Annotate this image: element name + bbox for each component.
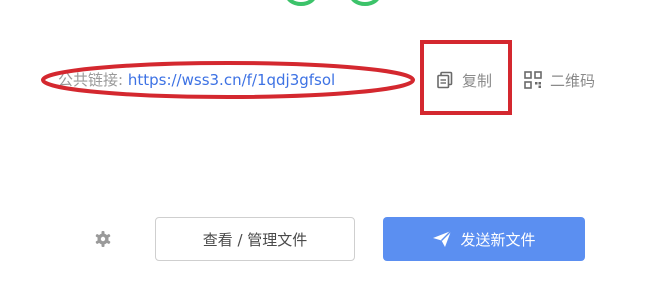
send-new-file-label: 发送新文件 bbox=[460, 230, 536, 249]
public-link-url[interactable]: https://wss3.cn/f/1qdj3gfsol bbox=[128, 71, 335, 89]
qrcode-button[interactable]: 二维码 bbox=[524, 70, 595, 90]
copy-label: 复制 bbox=[462, 71, 493, 90]
view-manage-files-label: 查看 / 管理文件 bbox=[202, 230, 308, 249]
send-new-file-button[interactable]: 发送新文件 bbox=[383, 217, 585, 261]
public-link-row: 公共链接: https://wss3.cn/f/1qdj3gfsol 复制 二维… bbox=[0, 40, 661, 115]
view-manage-files-button[interactable]: 查看 / 管理文件 bbox=[155, 217, 355, 261]
copy-button[interactable]: 复制 bbox=[436, 70, 492, 90]
copy-icon bbox=[436, 71, 454, 89]
share-panel: 公共链接: https://wss3.cn/f/1qdj3gfsol 复制 二维… bbox=[0, 0, 661, 291]
gear-icon[interactable] bbox=[94, 230, 112, 248]
qrcode-icon bbox=[524, 71, 542, 89]
public-link-label: 公共链接: bbox=[58, 71, 124, 89]
qrcode-label: 二维码 bbox=[550, 71, 596, 90]
public-link[interactable]: 公共链接: https://wss3.cn/f/1qdj3gfsol bbox=[58, 70, 335, 90]
paper-plane-icon bbox=[432, 230, 452, 248]
logo-icon bbox=[287, 0, 379, 6]
